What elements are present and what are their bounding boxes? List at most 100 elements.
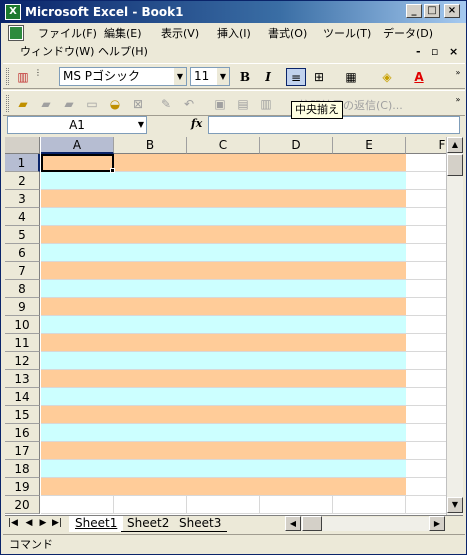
align-center-button[interactable]: ≡	[286, 68, 306, 86]
accept-changes-icon: ▤	[237, 97, 249, 111]
column-header-b[interactable]: B	[114, 137, 187, 154]
menu-window[interactable]: ウィンドウ(W)	[17, 43, 97, 60]
doc-restore-button[interactable]: ▫	[431, 45, 438, 58]
sheet-tab-3[interactable]: Sheet3	[173, 516, 228, 532]
row-header-14[interactable]: 14	[5, 388, 40, 406]
fill-handle[interactable]	[110, 168, 115, 173]
spreadsheet-grid[interactable]: A B C D E F 1 2 3 4 5 6 7 8 9 10 11 12 13 14 15 16 17 18 19 20	[5, 137, 446, 515]
column-header-e[interactable]: E	[333, 137, 406, 154]
menu-view[interactable]: 表示(V)	[158, 25, 202, 42]
row-header-18[interactable]: 18	[5, 460, 40, 478]
row-header-17[interactable]: 17	[5, 442, 40, 460]
column-header-a[interactable]: A	[41, 137, 114, 154]
active-cell-selection[interactable]	[41, 154, 114, 172]
toolbar-grip[interactable]	[6, 68, 9, 85]
row-header-3[interactable]: 3	[5, 190, 40, 208]
chevron-down-icon[interactable]: ▼	[138, 117, 144, 133]
menu-edit[interactable]: 編集(E)	[101, 25, 145, 42]
name-box[interactable]: A1 ▼	[7, 116, 147, 134]
row-header-2[interactable]: 2	[5, 172, 40, 190]
merge-center-button[interactable]: ⊞	[309, 68, 329, 86]
close-button[interactable]: ×	[444, 4, 460, 18]
scroll-down-button[interactable]: ▼	[447, 497, 463, 513]
new-comment-icon[interactable]: ▰	[13, 95, 33, 113]
column-header-f[interactable]: F	[406, 137, 446, 154]
fill-color-icon[interactable]: ◈	[377, 68, 397, 86]
row-header-4[interactable]: 4	[5, 208, 40, 226]
next-sheet-icon[interactable]: ▶	[37, 518, 49, 528]
prev-sheet-icon[interactable]: ◀	[23, 518, 35, 528]
gridline	[405, 496, 406, 514]
row-fill-band	[41, 406, 406, 424]
insert-function-icon[interactable]: fx	[191, 117, 202, 130]
row-header-16[interactable]: 16	[5, 424, 40, 442]
gridline	[332, 496, 333, 514]
row-header-11[interactable]: 11	[5, 334, 40, 352]
row-header-1[interactable]: 1	[5, 154, 40, 172]
sheet-tab-2[interactable]: Sheet2	[121, 516, 176, 532]
menu-help[interactable]: ヘルプ(H)	[95, 43, 151, 60]
row-header-19[interactable]: 19	[5, 478, 40, 496]
chart-icon[interactable]: ▥	[13, 68, 33, 86]
workbook-icon[interactable]	[8, 25, 24, 41]
row-header-8[interactable]: 8	[5, 280, 40, 298]
row-fill-band	[41, 190, 406, 208]
doc-minimize-button[interactable]: -	[416, 45, 421, 58]
maximize-button[interactable]: □	[424, 4, 440, 18]
row-header-12[interactable]: 12	[5, 352, 40, 370]
row-header-20[interactable]: 20	[5, 496, 40, 514]
chevron-down-icon[interactable]: ▼	[217, 68, 229, 85]
vertical-scrollbar[interactable]: ▲ ▼	[446, 137, 463, 515]
toolbar-overflow-icon[interactable]: »	[454, 95, 462, 113]
scroll-right-button[interactable]: ▶	[429, 516, 445, 531]
row-fill-band	[41, 442, 406, 460]
excel-icon[interactable]: X	[5, 4, 21, 20]
row-header-6[interactable]: 6	[5, 244, 40, 262]
vertical-scroll-thumb[interactable]	[447, 154, 463, 176]
first-sheet-icon[interactable]: |◀	[7, 518, 19, 528]
row-header-5[interactable]: 5	[5, 226, 40, 244]
gridline	[41, 495, 446, 496]
chevron-down-icon[interactable]: ▼	[174, 68, 186, 85]
font-color-icon[interactable]: A	[409, 68, 429, 86]
font-size-select[interactable]: 11 ▼	[190, 67, 230, 86]
gridline	[259, 496, 260, 514]
row-fill-band	[41, 208, 406, 226]
row-header-15[interactable]: 15	[5, 406, 40, 424]
status-bar: コマンド	[3, 534, 465, 553]
menu-data[interactable]: データ(D)	[380, 25, 436, 42]
font-name-select[interactable]: MS Pゴシック ▼	[59, 67, 187, 86]
scroll-left-button[interactable]: ◀	[285, 516, 301, 531]
sheet-tab-1[interactable]: Sheet1	[69, 516, 124, 532]
delete-comment-icon: ⊠	[132, 97, 144, 111]
undo-icon: ↶	[183, 97, 195, 111]
menu-insert[interactable]: 挿入(I)	[214, 25, 254, 42]
column-header-c[interactable]: C	[187, 137, 260, 154]
italic-button[interactable]: I	[258, 68, 278, 86]
menu-tools[interactable]: ツール(T)	[320, 25, 374, 42]
minimize-button[interactable]: _	[406, 4, 422, 18]
row-header-10[interactable]: 10	[5, 316, 40, 334]
menu-bar: ファイル(F) 編集(E) 表示(V) 挿入(I) 書式(O) ツール(T) デ…	[3, 24, 465, 62]
horizontal-scroll-thumb[interactable]	[302, 516, 322, 531]
horizontal-scrollbar[interactable]: ◀ ▶	[285, 516, 445, 531]
toolbar-overflow-icon[interactable]: »	[454, 68, 462, 86]
row-fill-band	[41, 172, 406, 190]
select-all-button[interactable]	[5, 137, 40, 154]
row-header-13[interactable]: 13	[5, 370, 40, 388]
row-header-7[interactable]: 7	[5, 262, 40, 280]
scroll-up-button[interactable]: ▲	[447, 137, 463, 153]
row-header-9[interactable]: 9	[5, 298, 40, 316]
gridline	[41, 513, 446, 514]
last-sheet-icon[interactable]: ▶|	[51, 518, 63, 528]
doc-close-button[interactable]: ×	[449, 45, 458, 58]
menu-file[interactable]: ファイル(F)	[35, 25, 100, 42]
toolbar-options-icon[interactable]: ⋮	[34, 68, 42, 86]
bold-button[interactable]: B	[235, 68, 255, 86]
show-all-comments-icon[interactable]: ◒	[105, 95, 125, 113]
borders-icon[interactable]: ▦	[341, 68, 361, 86]
menu-format[interactable]: 書式(O)	[265, 25, 310, 42]
column-header-d[interactable]: D	[260, 137, 333, 154]
toolbar-grip[interactable]	[6, 95, 9, 112]
row-fill-band	[41, 316, 406, 334]
